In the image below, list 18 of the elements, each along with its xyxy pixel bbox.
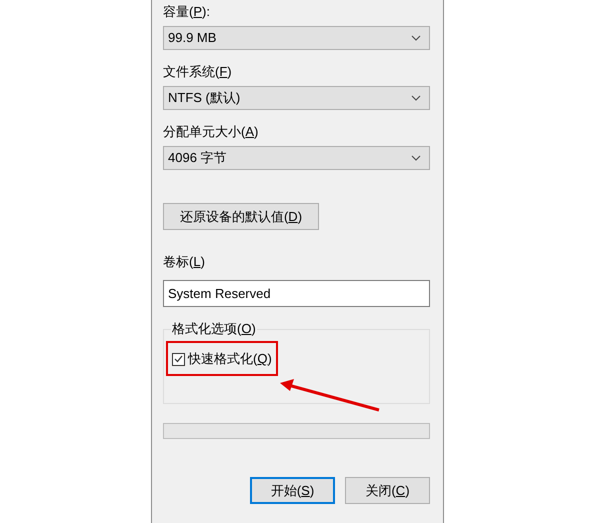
field-label: 文件系统(F) <box>163 64 232 80</box>
field-label: 分配单元大小(A) <box>163 124 258 140</box>
checkbox[interactable] <box>172 352 185 366</box>
volume-label-field[interactable]: System Reserved <box>163 280 430 307</box>
chevron-down-icon <box>411 155 421 161</box>
restore-defaults-button[interactable]: 还原设备的默认值(D) <box>163 203 319 230</box>
chevron-down-icon <box>411 35 421 41</box>
field-label: 容量(P): <box>163 4 210 20</box>
dropdown[interactable]: 4096 字节 <box>163 146 430 170</box>
check-icon <box>174 355 183 363</box>
group-title: 格式化选项(O) <box>171 321 257 337</box>
checkbox-label: 快速格式化(Q) <box>188 351 272 367</box>
dialog-button[interactable]: 关闭(C) <box>345 477 430 504</box>
dropdown[interactable]: NTFS (默认) <box>163 86 430 110</box>
dialog-button[interactable]: 开始(S) <box>250 477 335 504</box>
field-label: 卷标(L) <box>163 254 205 270</box>
dropdown[interactable]: 99.9 MB <box>163 26 430 50</box>
chevron-down-icon <box>411 95 421 101</box>
